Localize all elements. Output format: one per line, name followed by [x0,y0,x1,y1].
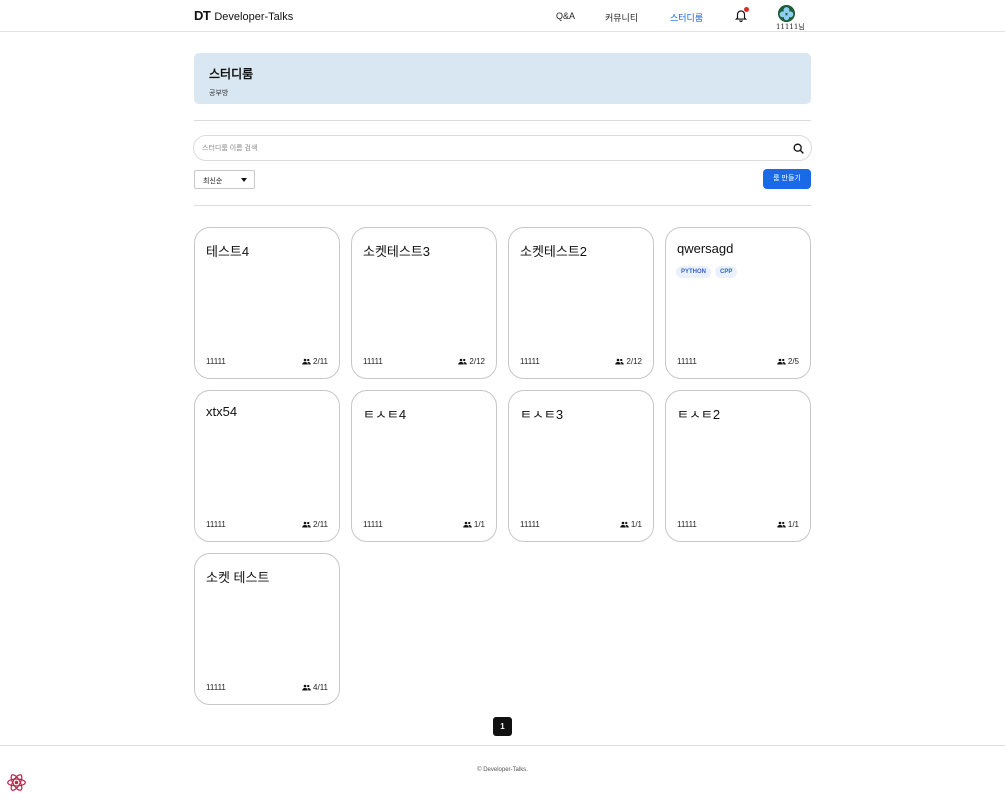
people-icon [777,358,786,365]
sort-selected-value: 최신순 [203,178,223,185]
user-name: 11111님 [776,23,805,31]
room-member-count-value: 2/12 [469,357,485,366]
room-owner: 11111 [206,520,226,529]
room-title: qwersagd [677,241,734,256]
room-tags: PYTHON CPP [676,266,738,278]
room-member-count-value: 2/11 [313,357,328,366]
logo-mark: DT [194,8,211,23]
room-title: 소켓 테스트 [206,570,270,585]
copyright-text: © Developer-Talks. [477,767,528,773]
room-member-count: 2/11 [302,520,328,529]
pagination-page-1[interactable]: 1 [493,717,512,736]
search-input[interactable] [202,136,772,160]
room-owner: 11111 [206,683,226,692]
people-icon [302,358,311,365]
room-member-count: 2/5 [777,357,799,366]
room-member-count: 4/11 [302,683,328,692]
room-title: 테스트4 [206,244,250,259]
nav-community[interactable]: 커뮤니티 [605,11,638,24]
room-owner: 11111 [677,357,697,366]
notification-bell-icon[interactable] [734,7,749,22]
people-icon [620,521,629,528]
room-owner: 11111 [206,357,226,366]
room-card[interactable]: 소켓 테스트 11111 4/11 [194,553,340,705]
room-owner: 11111 [363,357,383,366]
room-owner: 11111 [520,357,540,366]
room-tag: PYTHON [676,266,712,278]
room-member-count-value: 2/5 [787,357,799,366]
footer-divider [0,745,1005,746]
people-icon [302,521,311,528]
caret-down-icon [241,178,247,182]
page-subtitle: 공부방 [209,90,229,97]
room-member-count: 2/12 [615,357,642,366]
room-title: 소켓테스트3 [363,244,431,259]
room-owner: 11111 [363,520,383,529]
people-icon [458,358,468,365]
room-owner: 11111 [677,520,697,529]
room-member-count: 2/11 [302,357,328,366]
people-icon [777,521,786,528]
room-title: ㅌㅅㅌ3 [520,407,564,422]
room-member-count: 2/12 [458,357,485,366]
room-tag: CPP [715,266,738,278]
room-title: xtx54 [206,404,238,419]
search-icon[interactable] [792,142,805,155]
divider [194,120,811,121]
react-icon[interactable] [6,772,27,793]
room-card[interactable]: ㅌㅅㅌ2 11111 1/1 [665,390,811,542]
room-member-count-value: 2/12 [626,357,642,366]
room-title: 소켓테스트2 [520,244,588,259]
room-card[interactable]: ㅌㅅㅌ3 11111 1/1 [508,390,654,542]
create-room-button[interactable]: 룸 만들기 [763,169,811,189]
notification-dot [744,7,749,12]
room-card[interactable]: qwersagd PYTHON CPP 11111 2/5 [665,227,811,379]
room-member-count-value: 2/11 [313,520,328,529]
page-title: 스터디룸 [209,67,254,81]
nav-qna[interactable]: Q&A [556,11,575,21]
room-member-count: 1/1 [777,520,799,529]
room-member-count: 1/1 [620,520,642,529]
room-card[interactable]: 소켓테스트3 11111 2/12 [351,227,497,379]
room-card[interactable]: 소켓테스트2 11111 2/12 [508,227,654,379]
search-bar [193,135,812,161]
page-banner: 스터디룸 공부방 [194,53,811,104]
room-owner: 11111 [520,520,540,529]
people-icon [463,521,472,528]
room-title: ㅌㅅㅌ2 [677,407,721,422]
room-member-count-value: 1/1 [473,520,485,529]
avatar[interactable] [778,5,795,22]
people-icon [302,684,311,691]
nav-studyroom[interactable]: 스터디룸 [670,11,703,24]
room-card[interactable]: ㅌㅅㅌ4 11111 1/1 [351,390,497,542]
site-logo[interactable]: DT Developer-Talks [194,8,293,23]
room-card[interactable]: 테스트4 11111 2/11 [194,227,340,379]
room-title: ㅌㅅㅌ4 [363,407,407,422]
logo-text: Developer-Talks [214,11,294,23]
room-member-count-value: 1/1 [630,520,642,529]
room-card[interactable]: xtx54 11111 2/11 [194,390,340,542]
top-navigation-bar: DT Developer-Talks Q&A 커뮤니티 스터디룸 11111님 [0,0,1005,32]
room-member-count-value: 4/11 [313,683,328,692]
sort-select[interactable]: 최신순 [194,170,255,189]
room-member-count-value: 1/1 [787,520,799,529]
room-member-count: 1/1 [463,520,485,529]
divider [194,205,811,206]
people-icon [615,358,625,365]
room-grid: 테스트4 11111 2/11 소켓테스트3 11111 2/12 소켓테스트2 11111 2… [194,227,812,705]
